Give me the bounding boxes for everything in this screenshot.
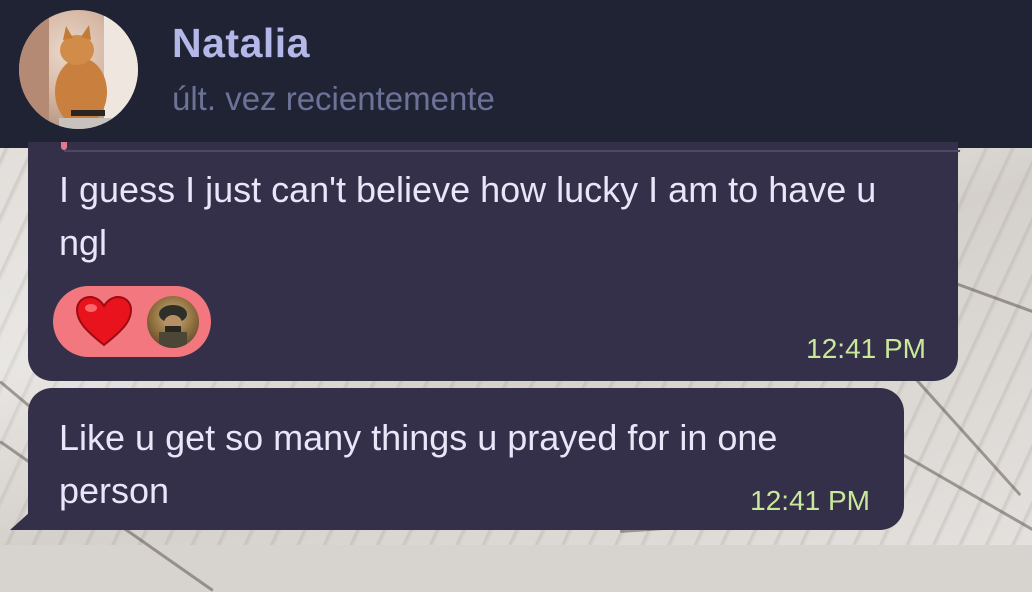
bubble-tail	[10, 512, 30, 530]
reply-accent-bar	[61, 142, 67, 150]
message-time: 12:41 PM	[750, 485, 870, 516]
user-photo-icon	[159, 305, 187, 348]
chat-header[interactable]: Natalia últ. vez recientemente	[0, 0, 1032, 148]
last-seen-status: últ. vez recientemente	[172, 80, 495, 117]
message-bubble[interactable]: I guess I just can't believe how lucky I…	[28, 142, 960, 381]
reply-preview-edge[interactable]	[64, 142, 960, 152]
contact-name[interactable]: Natalia	[172, 20, 310, 67]
contact-avatar[interactable]	[19, 10, 138, 129]
reaction-chip[interactable]	[53, 286, 211, 357]
red-heart-icon	[75, 295, 133, 347]
message-text: I guess I just can't believe how lucky I…	[59, 169, 877, 263]
cat-photo-icon	[19, 10, 138, 129]
reactor-avatar[interactable]	[147, 296, 199, 348]
message-bubble[interactable]: Like u get so many things u prayed for i…	[28, 388, 904, 530]
message-time: 12:41 PM	[806, 333, 926, 364]
